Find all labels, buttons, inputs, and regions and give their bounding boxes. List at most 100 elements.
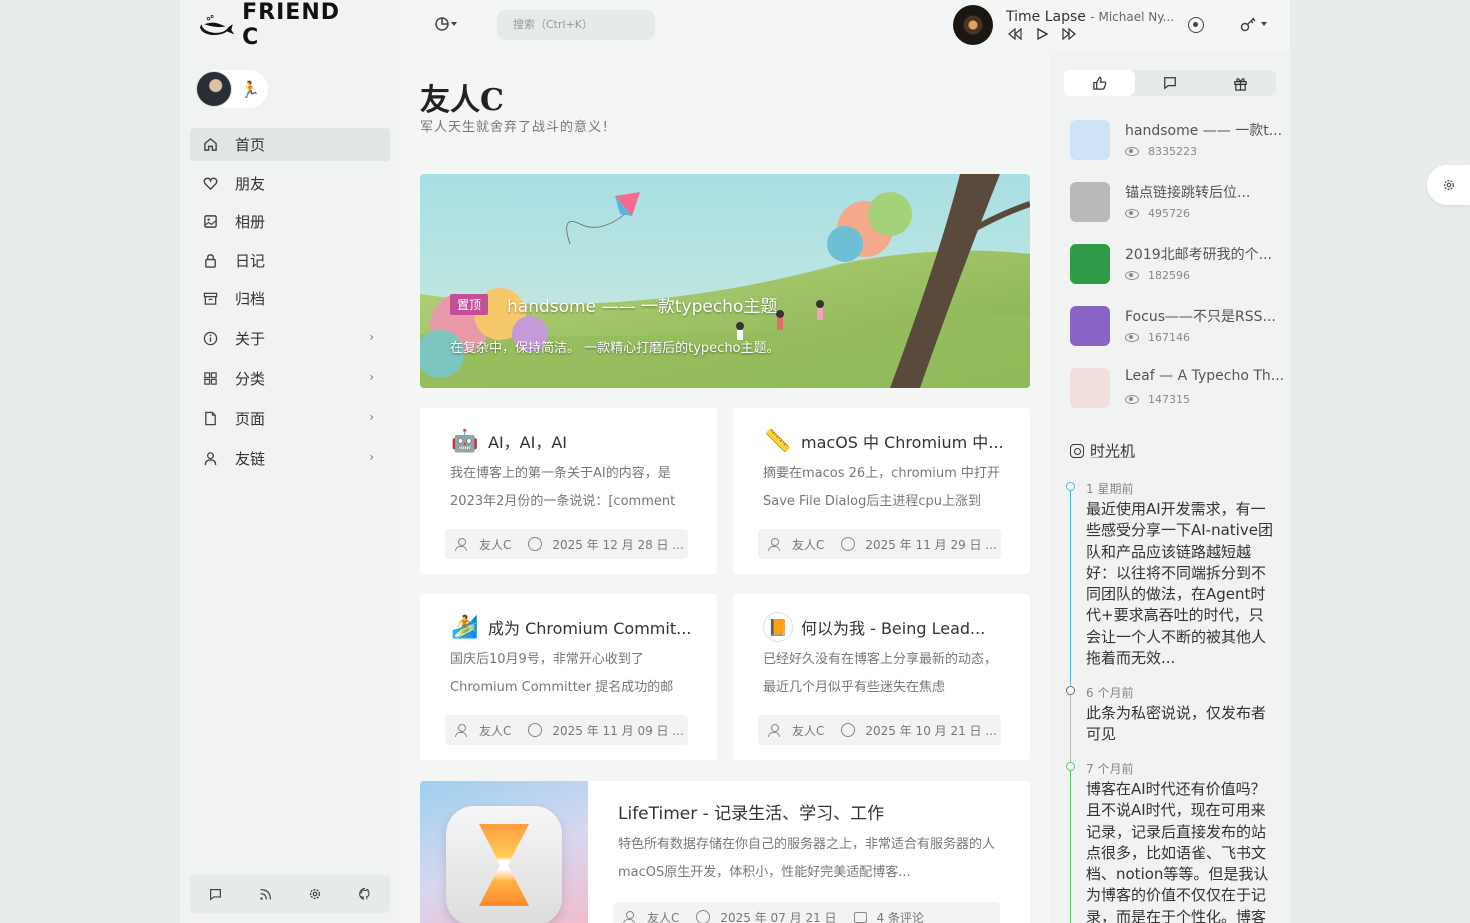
pinned-post-banner[interactable]: 置顶 handsome —— 一款typecho主题 在复杂中，保持简洁。 一款… xyxy=(420,174,1030,388)
nav-item-links[interactable]: 友链 › xyxy=(190,441,390,477)
post-author[interactable]: 友人C xyxy=(479,536,511,553)
post-author[interactable]: 友人C xyxy=(479,722,511,739)
rewind-icon[interactable] xyxy=(1008,28,1022,40)
target-icon[interactable] xyxy=(1188,17,1204,33)
popular-post-item[interactable]: 2019北邮考研我的个... 182596 xyxy=(1070,242,1280,286)
post-thumbnail[interactable] xyxy=(1070,306,1110,346)
post-excerpt: 国庆后10月9号，非常开心收到了 Chromium Committer 提名成功… xyxy=(450,652,674,695)
view-count-value: 167146 xyxy=(1148,331,1190,344)
info-icon xyxy=(202,331,218,347)
nav-item-categories[interactable]: 分类 › xyxy=(190,361,390,397)
logo-text: FRIEND C xyxy=(242,0,340,50)
github-icon[interactable] xyxy=(357,886,373,902)
fast-forward-icon[interactable] xyxy=(1062,28,1076,40)
post-card[interactable]: 📏 macOS 中 Chromium 中... 摘要在macos 26上，chr… xyxy=(733,408,1030,574)
eye-icon xyxy=(1125,271,1139,280)
view-count-value: 182596 xyxy=(1148,269,1190,282)
author-icon xyxy=(455,538,467,551)
comment-icon[interactable] xyxy=(207,886,223,902)
nav-item-about[interactable]: 关于 › xyxy=(190,321,390,357)
nav-item-archive[interactable]: 归档 xyxy=(190,282,390,315)
post-thumbnail[interactable] xyxy=(1070,120,1110,160)
post-title-text: 成为 Chromium Commit... xyxy=(488,619,692,638)
album-cover[interactable] xyxy=(953,5,993,45)
rss-icon[interactable] xyxy=(257,886,273,902)
popular-post-item[interactable]: Leaf — A Typecho Th... 147315 xyxy=(1070,366,1284,410)
nav-item-label: 朋友 xyxy=(235,174,266,193)
play-icon[interactable] xyxy=(1036,28,1048,40)
nav-item-diary[interactable]: 日记 xyxy=(190,244,390,277)
robot-icon: 🤖 xyxy=(451,428,479,454)
file-icon xyxy=(202,411,218,427)
nav-item-home[interactable]: 首页 xyxy=(190,128,390,161)
post-card[interactable]: 📙 何以为我 - Being Lead... 已经好久没有在博客上分享最新的动态… xyxy=(733,594,1030,760)
eye-icon xyxy=(1125,209,1139,218)
archive-box-icon xyxy=(202,291,218,307)
now-playing: Time Lapse - Michael Ny... xyxy=(1006,9,1174,25)
post-author[interactable]: 友人C xyxy=(647,909,679,923)
chevron-right-icon: › xyxy=(369,329,374,344)
heart-icon xyxy=(202,175,218,191)
tab-popular[interactable] xyxy=(1064,70,1135,96)
nav-item-label: 相册 xyxy=(235,213,266,231)
post-author[interactable]: 友人C xyxy=(792,722,824,739)
timemachine-heading[interactable]: 时光机 xyxy=(1070,440,1135,461)
popular-post-item[interactable]: Focus——不只是RSS... 167146 xyxy=(1070,304,1280,348)
post-meta: 友人C 2025 年 11 月 29 日 ... xyxy=(758,529,1001,559)
nav-item-album[interactable]: 相册 xyxy=(190,205,390,238)
page-subtitle: 军人天生就舍弃了战斗的意义！ xyxy=(420,120,617,135)
tab-comments[interactable] xyxy=(1135,70,1206,96)
author-icon xyxy=(455,724,467,737)
pinned-post-desc: 在复杂中，保持简洁。 一款精心打磨后的typecho主题。 xyxy=(450,341,780,356)
view-count: 147315 xyxy=(1125,393,1190,406)
post-comments[interactable]: 4 条评论 xyxy=(877,909,924,923)
gear-icon[interactable] xyxy=(307,886,323,902)
post-thumbnail[interactable] xyxy=(1070,368,1110,408)
post-title[interactable]: 🤖 AI，AI，AI xyxy=(450,426,567,456)
post-date: 2025 年 11 月 09 日 ... xyxy=(552,723,684,738)
post-title[interactable]: 📙 何以为我 - Being Lead... xyxy=(763,612,985,642)
comment-icon xyxy=(853,911,867,923)
nav-item-pages[interactable]: 页面 › xyxy=(190,401,390,437)
clock-icon xyxy=(696,910,711,923)
settings-float-button[interactable] xyxy=(1427,165,1470,205)
post-date: 2025 年 11 月 29 日 ... xyxy=(865,537,997,552)
popular-post-item[interactable]: 锚点链接跳转后位... 495726 xyxy=(1070,180,1280,224)
post-title[interactable]: LifeTimer - 记录生活、学习、工作 xyxy=(618,799,884,824)
post-card-wide[interactable]: LifeTimer - 记录生活、学习、工作 特色所有数据存储在你自己的服务器之… xyxy=(420,781,1030,923)
post-thumbnail[interactable] xyxy=(1070,182,1110,222)
post-thumbnail[interactable] xyxy=(1070,244,1110,284)
popular-post-title[interactable]: 2019北邮考研我的个... xyxy=(1125,244,1272,264)
timeline-entry[interactable]: 7 个月前 博客在AI时代还有价值吗？且不说AI时代，现在可用来记录，记录后直接… xyxy=(1066,760,1274,923)
sidebar: FRIEND C 🏃 首页 朋友 相册 日记 归档 关于 › 分类 › 页面 ›… xyxy=(180,0,400,923)
post-card[interactable]: 🏄 成为 Chromium Commit... 国庆后10月9号，非常开心收到了… xyxy=(420,594,717,760)
post-title[interactable]: 📏 macOS 中 Chromium 中... xyxy=(763,426,1003,456)
post-title[interactable]: 🏄 成为 Chromium Commit... xyxy=(450,612,691,642)
profile-chip[interactable]: 🏃 xyxy=(196,70,268,108)
post-excerpt: 我在博客上的第一条关于AI的内容，是2023年2月份的一条说说：[comment xyxy=(450,466,676,509)
popular-post-item[interactable]: handsome —— 一款t... 8335223 xyxy=(1070,118,1282,162)
key-dropdown[interactable] xyxy=(1240,16,1270,36)
timeline-entry[interactable]: 1 星期前 最近使用AI开发需求，有一些感受分享一下AI-native团队和产品… xyxy=(1066,480,1274,669)
eye-icon xyxy=(1125,395,1139,404)
status-emoji: 🏃 xyxy=(240,79,260,99)
avatar[interactable] xyxy=(196,71,232,107)
gear-icon xyxy=(1443,179,1454,191)
post-author[interactable]: 友人C xyxy=(792,536,824,553)
post-card[interactable]: 🤖 AI，AI，AI 我在博客上的第一条关于AI的内容，是2023年2月份的一条… xyxy=(420,408,717,574)
popular-post-title[interactable]: Focus——不只是RSS... xyxy=(1125,306,1276,326)
site-logo[interactable]: FRIEND C xyxy=(200,0,340,50)
pinned-post-title[interactable]: handsome —— 一款typecho主题 xyxy=(507,292,777,317)
clock-dropdown[interactable] xyxy=(435,17,457,35)
timeline-entry[interactable]: 6 个月前 此条为私密说说，仅发布者可见 xyxy=(1066,684,1274,746)
tab-random[interactable] xyxy=(1205,70,1276,96)
search-input[interactable]: 搜索（Ctrl+K） xyxy=(497,10,655,40)
nav-item-friends[interactable]: 朋友 xyxy=(190,167,390,200)
post-meta: 友人C 2025 年 07 月 21 日 4 条评论 xyxy=(613,902,1000,923)
popular-post-title[interactable]: 锚点链接跳转后位... xyxy=(1125,182,1250,202)
popular-post-title[interactable]: handsome —— 一款t... xyxy=(1125,120,1282,140)
user-icon xyxy=(202,451,218,467)
popular-post-title[interactable]: Leaf — A Typecho Th... xyxy=(1125,368,1284,384)
hourglass-app-thumbnail[interactable] xyxy=(420,781,588,923)
timeline-text: 博客在AI时代还有价值吗？且不说AI时代，现在可用来记录，记录后直接发布的站点很… xyxy=(1086,780,1269,923)
